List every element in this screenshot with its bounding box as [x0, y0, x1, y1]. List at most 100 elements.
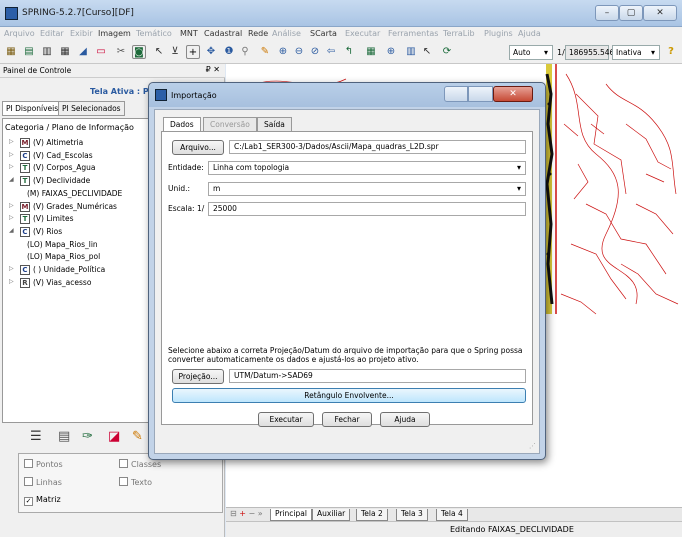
tool-icon[interactable]: ⚲ [238, 45, 252, 59]
dialog-maximize-button[interactable] [468, 86, 493, 102]
executar-button[interactable]: Executar [258, 412, 314, 427]
database-icon[interactable]: ▦ [4, 45, 18, 59]
menu-exibir[interactable]: Exibir [70, 29, 93, 38]
projecao-button[interactable]: Projeção... [172, 369, 224, 384]
cursor-info-icon[interactable]: ↖ [420, 45, 434, 59]
cut-icon[interactable]: ✂ [114, 45, 128, 59]
chart-icon[interactable]: ◪ [108, 429, 120, 444]
arquivo-path-field[interactable]: C:/Lab1_SER300-3/Dados/Ascii/Mapa_quadra… [229, 140, 526, 154]
linhas-checkbox[interactable]: Linhas [24, 477, 62, 487]
entidade-select[interactable]: Linha com topologia [208, 161, 526, 175]
tab-dados[interactable]: Dados [163, 117, 201, 132]
menu-mnt[interactable]: MNT [180, 29, 198, 38]
unid-select[interactable]: m [208, 182, 526, 196]
tab-tela-4[interactable]: Tela 4 [436, 509, 468, 521]
expand-arrow-icon[interactable]: ▷ [9, 278, 14, 285]
add-tab-icon[interactable]: + [239, 509, 246, 518]
expand-arrow-icon[interactable]: ▷ [9, 202, 14, 209]
expand-arrow-icon[interactable]: ▷ [9, 138, 14, 145]
scale-field[interactable]: 186955.546 [565, 45, 614, 60]
expand-arrow-icon[interactable]: ▷ [9, 214, 14, 221]
tab-pi-disponiveis[interactable]: PI Disponíveis [2, 101, 63, 116]
tab-tela-2[interactable]: Tela 2 [356, 509, 388, 521]
menu-arquivo[interactable]: Arquivo [4, 29, 35, 38]
collapse-arrow-icon[interactable]: ◢ [9, 176, 14, 183]
tool2-icon[interactable]: ▦ [364, 45, 378, 59]
menu-ferramentas[interactable]: Ferramentas [388, 29, 438, 38]
projection-instruction: Selecione abaixo a correta Projeção/Datu… [168, 346, 523, 364]
expand-arrow-icon[interactable]: ▷ [9, 265, 14, 272]
zoom-menu-icon[interactable]: ⊕ [384, 45, 398, 59]
tab-principal[interactable]: Principal [270, 509, 312, 521]
menu-rede[interactable]: Rede [248, 29, 268, 38]
fechar-button[interactable]: Fechar [322, 412, 372, 427]
menu-editar[interactable]: Editar [40, 29, 64, 38]
dialog-minimize-button[interactable] [444, 86, 468, 102]
expand-arrow-icon[interactable]: ▷ [9, 151, 14, 158]
table-icon[interactable]: ▤ [58, 429, 70, 444]
tab-conversao[interactable]: Conversão [203, 117, 257, 131]
dialog-close-button[interactable]: ✕ [493, 86, 533, 102]
menu-tematico[interactable]: Temático [136, 29, 172, 38]
state-select[interactable]: Inativa [612, 45, 660, 60]
tab-tela-3[interactable]: Tela 3 [396, 509, 428, 521]
menu-executar[interactable]: Executar [345, 29, 380, 38]
display-mode-select[interactable]: Auto [509, 45, 553, 60]
pencil-icon[interactable]: ✎ [258, 45, 272, 59]
matriz-checkbox[interactable]: ✓ Matriz [24, 495, 61, 506]
window-icon[interactable]: ▭ [94, 45, 108, 59]
back-icon[interactable]: ↰ [342, 45, 356, 59]
arquivo-button[interactable]: Arquivo... [172, 140, 224, 155]
ajuda-button[interactable]: Ajuda [380, 412, 430, 427]
draw-icon[interactable]: ◢ [76, 45, 90, 59]
classes-checkbox[interactable]: Classes [119, 459, 161, 469]
arrow-left-icon[interactable]: ⇦ [324, 45, 338, 59]
tree-item-label: ( ) Unidade_Política [33, 265, 106, 274]
crosshair-icon[interactable]: + [186, 45, 200, 59]
escala-field[interactable]: 25000 [208, 202, 526, 216]
menu-ajuda[interactable]: Ajuda [518, 29, 541, 38]
pan-icon[interactable]: ✥ [204, 45, 218, 59]
select-icon[interactable]: ⊻ [168, 45, 182, 59]
menu-analise[interactable]: Análise [272, 29, 301, 38]
zoom-out-icon[interactable]: ⊖ [292, 45, 306, 59]
info-icon[interactable]: ❶ [222, 45, 236, 59]
menu-scarta[interactable]: SCarta [310, 29, 337, 38]
maximize-button[interactable]: ▢ [619, 5, 643, 21]
projecao-field[interactable]: UTM/Datum->SAD69 [229, 369, 526, 383]
legend-icon[interactable]: ✑ [82, 429, 93, 444]
view-tab-nav[interactable]: ⊟ + − » [230, 509, 263, 518]
tab-saida[interactable]: Saída [257, 117, 292, 131]
scroll-tabs-icon[interactable]: » [258, 509, 263, 518]
zoom-area-icon[interactable]: ⊘ [308, 45, 322, 59]
minimize-button[interactable]: – [595, 5, 619, 21]
close-button[interactable]: ✕ [643, 5, 677, 21]
menu-cadastral[interactable]: Cadastral [204, 29, 242, 38]
tab-auxiliar[interactable]: Auxiliar [312, 509, 351, 521]
menu-terralib[interactable]: TerraLib [443, 29, 475, 38]
refresh-icon[interactable]: ⟳ [440, 45, 454, 59]
zoom-in-icon[interactable]: ⊕ [276, 45, 290, 59]
expand-arrow-icon[interactable]: ▷ [9, 163, 14, 170]
project-icon[interactable]: ▤ [22, 45, 36, 59]
layers-icon[interactable]: ▥ [40, 45, 54, 59]
texto-checkbox[interactable]: Texto [119, 477, 152, 487]
close-tab-icon[interactable]: ⊟ [230, 509, 237, 518]
retangulo-envolvente-button[interactable]: Retângulo Envolvente... [172, 388, 526, 403]
tab-pi-selecionados[interactable]: PI Selecionados [58, 101, 125, 116]
panel-dock-controls[interactable]: ₽ ✕ [206, 65, 220, 74]
image-icon[interactable]: ◙ [132, 45, 146, 59]
collapse-arrow-icon[interactable]: ◢ [9, 227, 14, 234]
pointer-icon[interactable]: ↖ [152, 45, 166, 59]
pontos-checkbox[interactable]: Pontos [24, 459, 63, 469]
edit-icon[interactable]: ✎ [132, 429, 143, 444]
resize-grip-icon[interactable]: ⋰ [529, 442, 536, 450]
help-icon[interactable]: ? [664, 45, 678, 59]
list-icon[interactable]: ☰ [30, 429, 42, 444]
menu-plugins[interactable]: Plugins [484, 29, 513, 38]
scale-prefix: 1/ [557, 48, 565, 57]
panel-icon[interactable]: ▥ [404, 45, 418, 59]
remove-tab-icon[interactable]: − [249, 509, 256, 518]
menu-imagem[interactable]: Imagem [98, 29, 131, 38]
grid-icon[interactable]: ▦ [58, 45, 72, 59]
